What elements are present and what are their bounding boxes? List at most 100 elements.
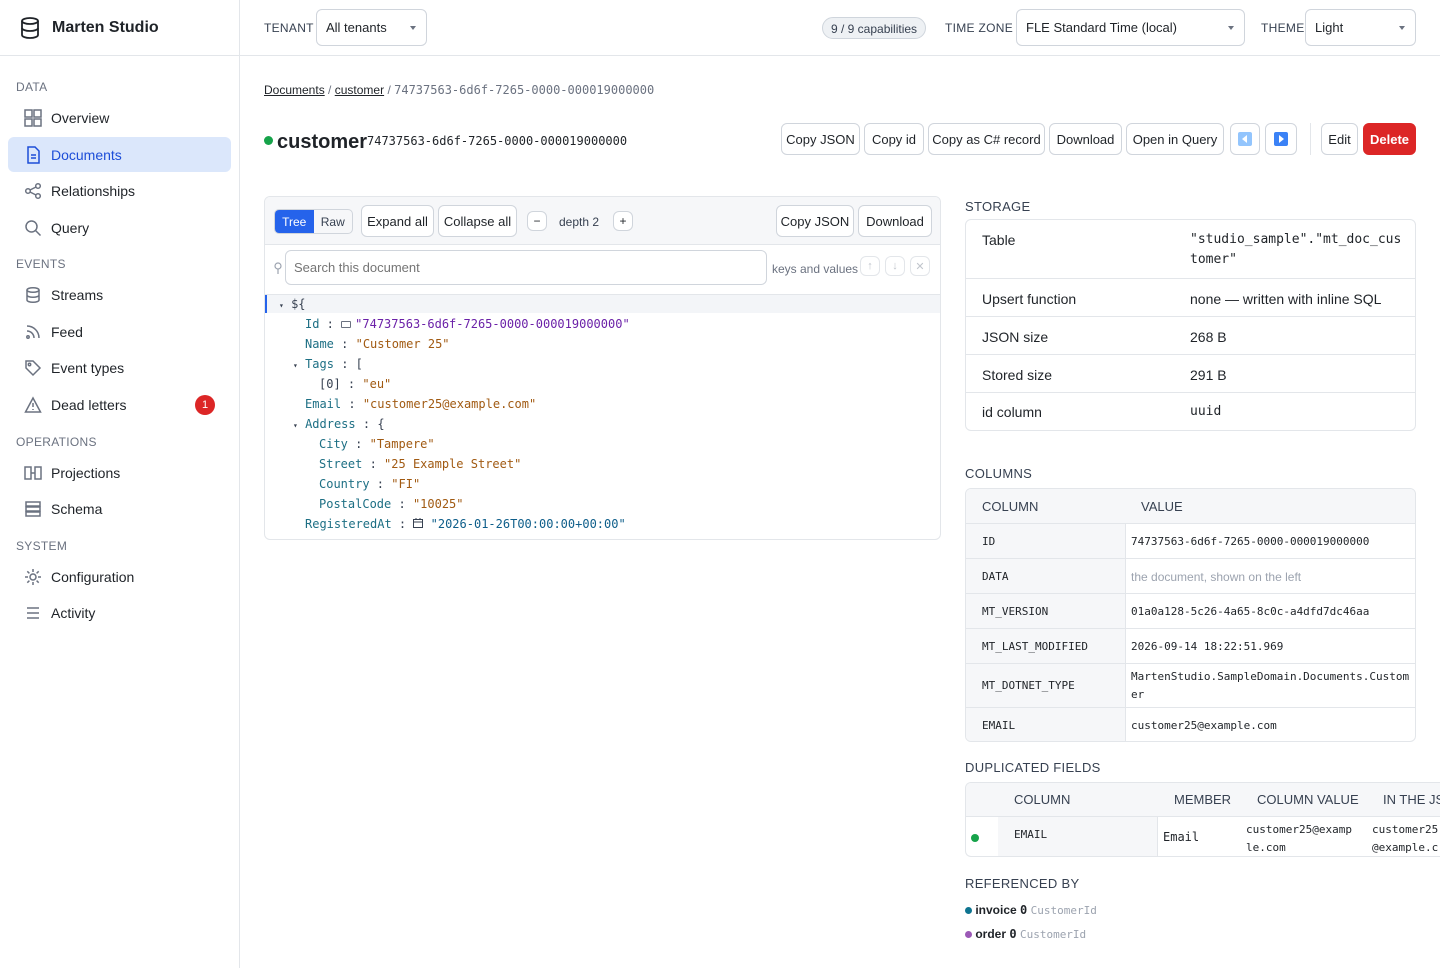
table-row: ID 74737563-6d6f-7265-0000-000019000000 — [966, 523, 1415, 558]
marten-logo-icon — [21, 16, 39, 39]
search-clear-button[interactable]: ✕ — [910, 256, 930, 276]
sidebar-item-relationships[interactable]: Relationships — [8, 173, 231, 208]
copy-id-button[interactable]: Copy id — [864, 123, 924, 155]
chevron-down-icon — [1228, 26, 1234, 30]
app-title: Marten Studio — [52, 18, 159, 36]
dup-col-header: COLUMN — [1014, 792, 1071, 807]
sidebar-item-activity[interactable]: Activity — [8, 595, 231, 630]
caret-down-icon: ▾ — [293, 361, 298, 370]
sidebar-item-dead-letters[interactable]: Dead letters 1 — [8, 387, 231, 422]
document-search-input[interactable] — [285, 250, 767, 285]
sidebar-item-label: Overview — [51, 109, 110, 126]
view-mode-toggle: Tree Raw — [274, 209, 353, 234]
tree-node-root[interactable]: ▾ ${ — [279, 297, 306, 311]
layers-icon — [25, 500, 41, 517]
edit-button[interactable]: Edit — [1321, 123, 1358, 155]
breadcrumb-separator: / — [387, 83, 391, 97]
sidebar-item-event-types[interactable]: Event types — [8, 350, 231, 385]
table-row: EMAIL Email customer25@example.com custo… — [966, 816, 1440, 856]
gear-icon — [25, 568, 41, 585]
arrow-right-icon — [1274, 132, 1288, 146]
tenant-value: All tenants — [326, 20, 387, 35]
sidebar-item-label: Activity — [51, 604, 96, 621]
tenant-select[interactable]: All tenants — [316, 9, 427, 46]
depth-decrease-button[interactable]: − — [527, 211, 547, 231]
tree-node-id: Id : "74737563-6d6f-7265-0000-0000190000… — [305, 317, 630, 331]
table-row: MT_LAST_MODIFIED 2026-09-14 18:22:51.969 — [966, 628, 1415, 663]
copy-csharp-record-button[interactable]: Copy as C# record — [928, 123, 1045, 155]
section-operations: OPERATIONS — [16, 435, 97, 449]
sidebar-item-query[interactable]: Query — [8, 210, 231, 245]
section-data: DATA — [16, 80, 48, 94]
download-button[interactable]: Download — [1049, 123, 1122, 155]
theme-label: THEME — [1261, 21, 1305, 35]
caret-down-icon: ▾ — [293, 421, 298, 430]
sidebar-item-label: Relationships — [51, 182, 136, 199]
tree-node-name: Name : "Customer 25" — [305, 337, 450, 351]
next-document-button[interactable] — [1265, 123, 1297, 155]
sidebar-item-documents[interactable]: Documents — [8, 137, 231, 172]
capabilities-badge: 9 / 9 capabilities — [822, 17, 927, 39]
document-id: 74737563-6d6f-7265-0000-000019000000 — [367, 134, 628, 148]
previous-document-button[interactable] — [1230, 123, 1260, 155]
database-icon — [26, 286, 40, 303]
depth-increase-button[interactable]: + — [613, 211, 633, 231]
dup-member-header: MEMBER — [1174, 792, 1232, 807]
chevron-down-icon — [1399, 26, 1405, 30]
breadcrumb: Documents / customer / 74737563-6d6f-726… — [264, 83, 654, 97]
copy-json-button[interactable]: Copy JSON — [781, 123, 860, 155]
viewer-copy-json-button[interactable]: Copy JSON — [776, 205, 854, 237]
tree-node-tags[interactable]: ▾ Tags : [ — [293, 357, 363, 371]
delete-button[interactable]: Delete — [1363, 123, 1416, 155]
warning-icon — [24, 395, 42, 413]
sidebar-item-label: Schema — [51, 500, 103, 517]
sidebar-item-label: Event types — [51, 359, 125, 376]
tree-mode-button[interactable]: Tree — [275, 210, 314, 233]
tree-node-postalcode: PostalCode : "10025" — [319, 497, 464, 511]
search-next-button[interactable]: ↓ — [885, 256, 905, 276]
duplicated-fields-table: COLUMN MEMBER COLUMN VALUE IN THE JSON E… — [965, 782, 1440, 857]
storage-row: Stored size 291 B — [966, 355, 1415, 393]
sidebar-item-label: Configuration — [51, 568, 135, 585]
expand-all-button[interactable]: Expand all — [361, 205, 434, 237]
projection-icon — [24, 465, 42, 480]
sidebar-item-schema[interactable]: Schema — [8, 491, 231, 526]
reference-item-order[interactable]: order 0 CustomerId — [965, 927, 1086, 941]
reference-item-invoice[interactable]: invoice 0 CustomerId — [965, 903, 1097, 917]
sidebar-item-label: Projections — [51, 464, 121, 481]
tree-node-address[interactable]: ▾ Address : { — [293, 417, 385, 431]
tree-node-registeredat: RegisteredAt : "2026-01-26T00:00:00+00:0… — [305, 517, 626, 531]
breadcrumb-customer-link[interactable]: customer — [335, 83, 384, 97]
timezone-select[interactable]: FLE Standard Time (local) — [1016, 9, 1245, 46]
dup-json-header: IN THE JSON — [1383, 792, 1440, 807]
sidebar-item-projections[interactable]: Projections — [8, 455, 231, 490]
tree-node-tag-0: [0] : "eu" — [319, 377, 392, 391]
breadcrumb-separator: / — [328, 83, 332, 97]
open-in-query-button[interactable]: Open in Query — [1126, 123, 1224, 155]
sidebar-item-feed[interactable]: Feed — [8, 314, 231, 349]
tree-root-highlight — [265, 295, 940, 313]
theme-select[interactable]: Light — [1305, 9, 1416, 46]
calendar-icon — [413, 518, 424, 528]
caret-down-icon: ▾ — [279, 301, 284, 310]
raw-mode-button[interactable]: Raw — [314, 210, 353, 233]
viewer-toolbar: Tree Raw Expand all Collapse all − depth… — [265, 197, 940, 245]
sidebar-item-streams[interactable]: Streams — [8, 277, 231, 312]
table-row: DATA the document, shown on the left — [966, 558, 1415, 593]
search-prev-button[interactable]: ↑ — [860, 256, 880, 276]
table-row: EMAIL customer25@example.com — [966, 707, 1415, 741]
storage-row: JSON size 268 B — [966, 317, 1415, 355]
rss-icon — [26, 324, 40, 339]
collapse-all-button[interactable]: Collapse all — [438, 205, 517, 237]
json-tree: ▾ ${ Id : "74737563-6d6f-7265-0000-00001… — [265, 295, 940, 539]
tree-node-city: City : "Tampere" — [319, 437, 435, 451]
viewer-download-button[interactable]: Download — [858, 205, 932, 237]
sidebar-item-overview[interactable]: Overview — [8, 100, 231, 135]
dup-column: EMAIL — [998, 817, 1158, 856]
breadcrumb-documents-link[interactable]: Documents — [264, 83, 325, 97]
sidebar-item-configuration[interactable]: Configuration — [8, 559, 231, 594]
sidebar-item-label: Dead letters — [51, 396, 127, 413]
depth-label: depth 2 — [559, 215, 600, 229]
dead-letters-badge: 1 — [195, 394, 215, 415]
id-icon — [341, 321, 352, 328]
